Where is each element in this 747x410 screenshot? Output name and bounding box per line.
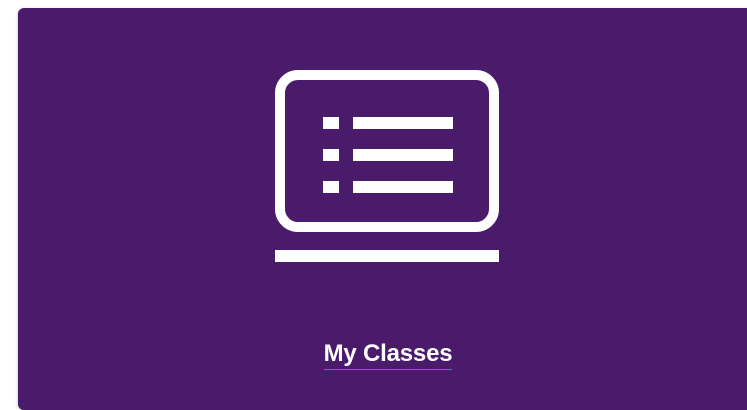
laptop-list-icon xyxy=(275,70,499,264)
my-classes-link[interactable]: My Classes xyxy=(323,340,453,370)
my-classes-tile[interactable]: My Classes xyxy=(18,8,747,410)
tile-label: My Classes xyxy=(18,340,747,370)
